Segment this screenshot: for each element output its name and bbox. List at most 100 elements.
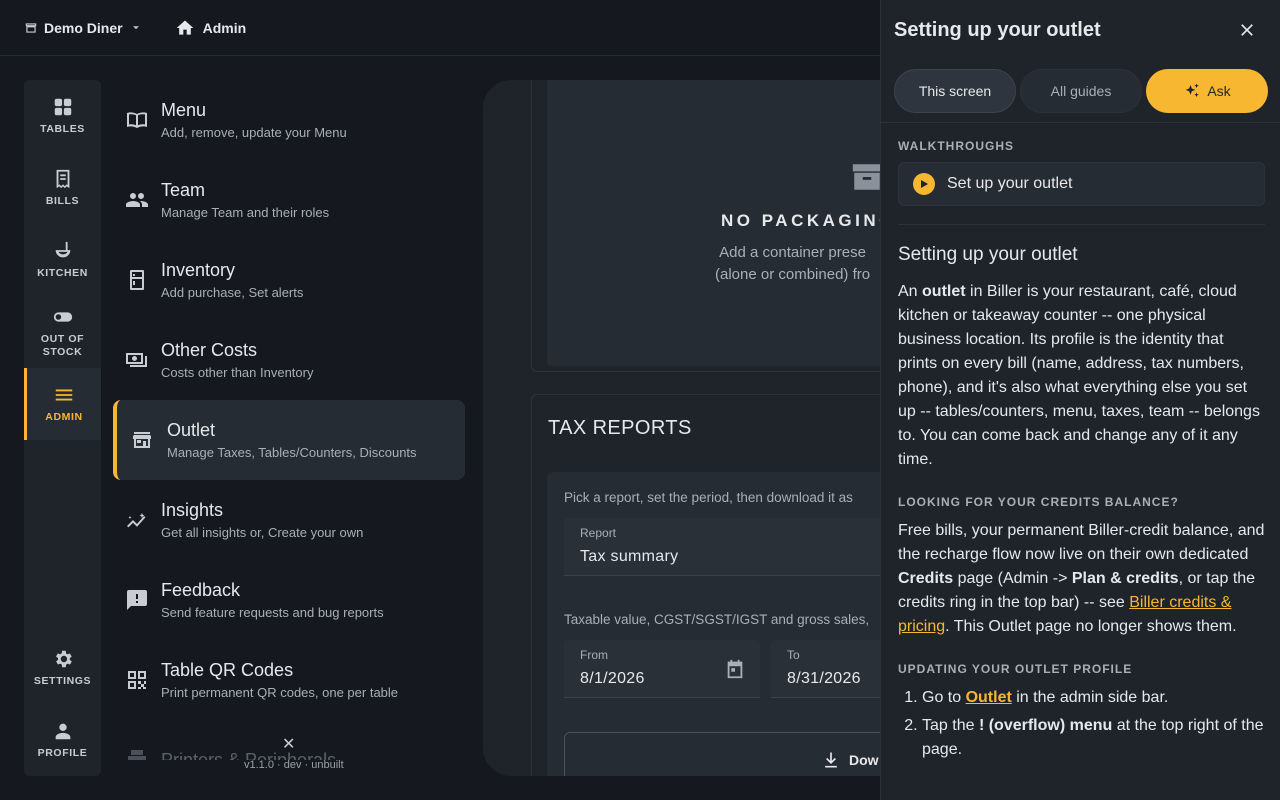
home-breadcrumb[interactable]: Admin: [175, 18, 246, 38]
fridge-icon: [130, 270, 144, 290]
from-value: 8/1/2026: [580, 670, 645, 687]
admin-menu-item-outlet[interactable]: Outlet Manage Taxes, Tables/Counters, Di…: [113, 400, 465, 480]
menu-item-subtitle: Get all insights or, Create your own: [161, 525, 364, 540]
menu-item-title: Inventory: [161, 260, 236, 280]
menu-item-title: Team: [161, 180, 206, 200]
person-icon: [55, 723, 70, 740]
outlet-link[interactable]: Outlet: [966, 689, 1012, 706]
text-bold: Plan & credits: [1071, 570, 1179, 587]
text: in Biller is your restaurant, café, clou…: [898, 283, 1260, 468]
menu-item-subtitle: Manage Taxes, Tables/Counters, Discounts: [167, 445, 417, 460]
article-paragraph: An outlet in Biller is your restaurant, …: [898, 280, 1265, 472]
close-panel-button[interactable]: [1237, 20, 1257, 40]
menu-item-subtitle: Send feature requests and bug reports: [161, 605, 384, 620]
tab-label: This screen: [918, 83, 992, 99]
rail-item-tables[interactable]: TABLES: [24, 80, 101, 152]
admin-menu-item-inventory[interactable]: Inventory Add purchase, Set alerts: [113, 240, 465, 320]
from-label: From: [580, 648, 608, 662]
rail-label: ADMIN: [45, 411, 83, 423]
tab-this-screen[interactable]: This screen: [894, 69, 1016, 113]
text: . This Outlet page no longer shows them.: [945, 618, 1237, 635]
admin-menu-item-insights[interactable]: Insights Get all insights or, Create you…: [113, 480, 465, 560]
help-tabs: This screen All guides Ask: [894, 69, 1268, 113]
nav-rail: TABLES BILLS KITCHEN OUT OF STOCK ADMIN …: [24, 80, 101, 776]
gear-icon: [55, 650, 72, 668]
close-version-icon[interactable]: ✕: [282, 734, 295, 754]
rail-label: SETTINGS: [33, 675, 92, 687]
tax-report-help: Pick a report, set the period, then down…: [564, 490, 853, 505]
chevron-down-icon: [132, 25, 139, 29]
walkthrough-label: Set up your outlet: [947, 175, 1073, 192]
tab-label: All guides: [1050, 83, 1112, 99]
rail-item-kitchen[interactable]: KITCHEN: [24, 224, 101, 296]
sparkle-icon: [1185, 83, 1200, 97]
download-label: Dow: [849, 752, 879, 768]
admin-menu-item-team[interactable]: Team Manage Team and their roles: [113, 160, 465, 240]
report-select[interactable]: Report Tax summary: [564, 518, 880, 576]
book-icon: [127, 112, 147, 128]
admin-menu-item-feedback[interactable]: Feedback Send feature requests and bug r…: [113, 560, 465, 640]
money-icon: [126, 353, 147, 367]
rail-label: BILLS: [45, 195, 80, 207]
people-icon: [126, 193, 148, 207]
report-value: Tax summary: [580, 548, 679, 565]
tab-label: Ask: [1207, 83, 1231, 99]
toggle-icon: [53, 311, 72, 322]
receipt-icon: [56, 169, 69, 189]
ladle-icon: [55, 241, 70, 258]
menu-item-title: Menu: [161, 100, 207, 120]
store-icon: [133, 432, 151, 448]
app-version: v1.1.0 · dev · unbuilt: [244, 759, 344, 771]
text: Tap the: [922, 717, 979, 734]
calendar-icon[interactable]: [724, 658, 746, 680]
to-label: To: [787, 648, 800, 662]
step-item: Tap the ! (overflow) menu at the top rig…: [922, 714, 1265, 762]
tab-ask[interactable]: Ask: [1146, 69, 1268, 113]
tax-reports-title: TAX REPORTS: [548, 417, 692, 439]
text: An: [898, 283, 923, 300]
menu-item-subtitle: Print permanent QR codes, one per table: [161, 685, 399, 700]
report-label: Report: [580, 526, 617, 540]
packaging-desc-line: Add a container prese: [719, 244, 866, 261]
from-date-field[interactable]: From 8/1/2026: [564, 640, 760, 698]
text: Go to: [922, 689, 966, 706]
help-article: WALKTHROUGHS Set up your outlet Setting …: [898, 123, 1265, 766]
menu-item-subtitle: Add purchase, Set alerts: [161, 285, 304, 300]
rail-label: OUT OF STOCK: [40, 332, 85, 358]
text-bold: Credits: [898, 570, 954, 587]
outlet-switcher[interactable]: Demo Diner: [24, 20, 143, 36]
packaging-empty-desc: Add a container prese (alone or combined…: [715, 242, 870, 286]
admin-menu-item-menu[interactable]: Menu Add, remove, update your Menu: [113, 80, 465, 160]
walkthrough-item[interactable]: Set up your outlet: [898, 162, 1265, 206]
text: Free bills, your permanent Biller-credit…: [898, 522, 1265, 563]
rail-item-bills[interactable]: BILLS: [24, 152, 101, 224]
download-button[interactable]: Dow: [564, 732, 880, 776]
admin-menu-item-other-costs[interactable]: Other Costs Costs other than Inventory: [113, 320, 465, 400]
walkthroughs-heading: WALKTHROUGHS: [898, 139, 1014, 153]
insights-icon: [127, 513, 146, 528]
text: page (Admin ->: [953, 570, 1072, 587]
printer-icon: [128, 750, 146, 760]
tab-all-guides[interactable]: All guides: [1020, 69, 1142, 113]
help-panel: Setting up your outlet This screen All g…: [880, 0, 1280, 800]
download-icon: [825, 752, 837, 768]
credits-heading: LOOKING FOR YOUR CREDITS BALANCE?: [898, 495, 1179, 509]
menu-item-title: Other Costs: [161, 340, 258, 360]
update-heading: UPDATING YOUR OUTLET PROFILE: [898, 662, 1133, 676]
menu-item-title: Feedback: [161, 580, 241, 600]
to-date-field[interactable]: To 8/31/2026: [771, 640, 880, 698]
grid-icon: [54, 98, 71, 116]
rail-label: PROFILE: [37, 747, 88, 759]
archive-icon: [850, 158, 880, 201]
text-bold: outlet: [922, 283, 966, 300]
menu-item-title: Outlet: [167, 420, 216, 440]
qr-icon: [128, 671, 146, 689]
steps-list: Go to Outlet in the admin side bar. Tap …: [898, 686, 1265, 762]
admin-menu-item-table-qr-codes[interactable]: Table QR Codes Print permanent QR codes,…: [113, 640, 465, 720]
menu-item-subtitle: Manage Team and their roles: [161, 205, 330, 220]
rail-item-out-of-stock[interactable]: OUT OF STOCK: [24, 296, 101, 368]
close-icon: [1241, 24, 1253, 36]
rail-item-admin[interactable]: ADMIN: [24, 368, 101, 440]
rail-item-settings[interactable]: SETTINGS: [24, 632, 101, 704]
rail-item-profile[interactable]: PROFILE: [24, 704, 101, 776]
